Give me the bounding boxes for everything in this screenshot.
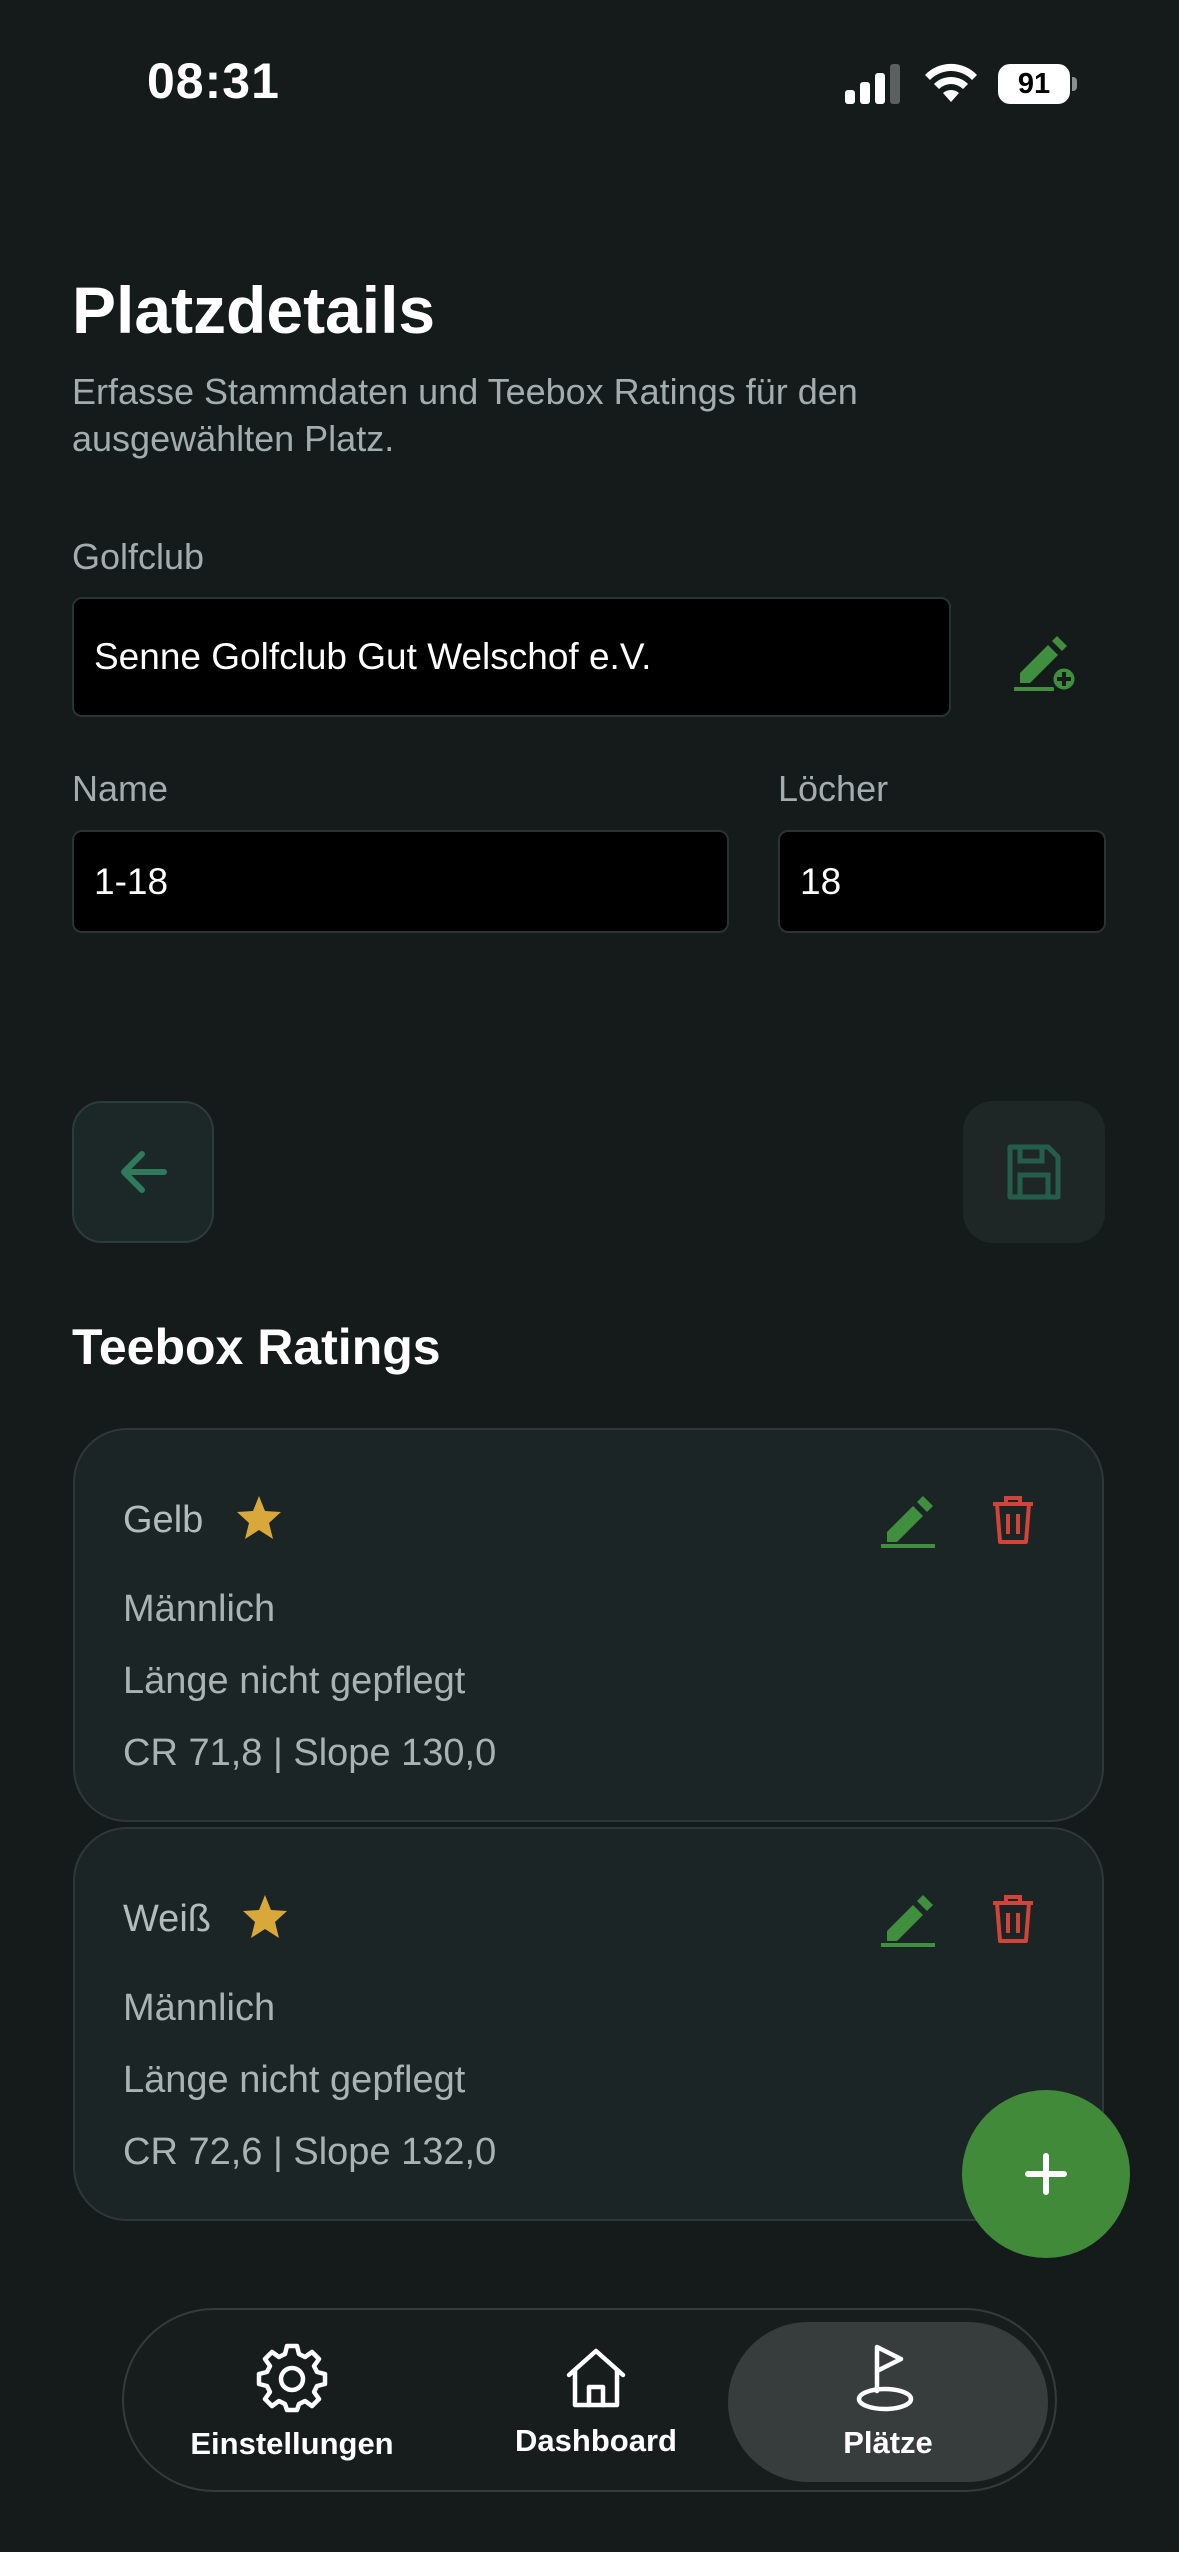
back-button[interactable] bbox=[72, 1101, 214, 1243]
nav-item-dashboard[interactable]: Dashboard bbox=[466, 2322, 726, 2482]
teebox-section-title: Teebox Ratings bbox=[72, 1319, 441, 1375]
pencil-icon bbox=[881, 1496, 935, 1548]
nav-item-einstellungen[interactable]: Einstellungen bbox=[162, 2322, 422, 2482]
teebox-card-gelb[interactable]: Gelb Männlich Länge nicht gepflegt CR 71… bbox=[73, 1428, 1104, 1822]
golf-flag-icon bbox=[856, 2344, 914, 2412]
save-button[interactable] bbox=[963, 1101, 1105, 1243]
arrow-left-icon bbox=[121, 1151, 167, 1193]
teebox-values: CR 71,8 | Slope 130,0 bbox=[123, 1732, 497, 1774]
page-title: Platzdetails bbox=[72, 273, 436, 347]
bottom-navigation: Einstellungen Dashboard Plätze bbox=[122, 2308, 1057, 2492]
page-subtitle: Erfasse Stammdaten und Teebox Ratings fü… bbox=[72, 371, 858, 459]
name-field[interactable]: 1-18 bbox=[72, 830, 729, 933]
edit-teebox-button[interactable] bbox=[875, 1889, 941, 1949]
cellular-signal-icon bbox=[845, 64, 900, 104]
teebox-gender: Männlich bbox=[123, 1588, 276, 1630]
nav-label: Dashboard bbox=[515, 2423, 677, 2458]
trash-icon bbox=[993, 1496, 1033, 1544]
star-icon bbox=[237, 1496, 281, 1539]
nav-label: Plätze bbox=[843, 2425, 933, 2460]
name-label: Name bbox=[72, 768, 169, 809]
teebox-name: Gelb bbox=[123, 1499, 204, 1541]
golfclub-value: Senne Golfclub Gut Welschof e.V. bbox=[94, 636, 652, 677]
save-icon bbox=[1007, 1144, 1061, 1200]
teebox-values: CR 72,6 | Slope 132,0 bbox=[123, 2131, 497, 2173]
trash-icon bbox=[993, 1895, 1033, 1943]
teebox-card-weiss[interactable]: Weiß Männlich Länge nicht gepflegt CR 72… bbox=[73, 1827, 1104, 2221]
nav-item-plaetze[interactable]: Plätze bbox=[728, 2322, 1048, 2482]
home-icon bbox=[566, 2348, 626, 2408]
edit-teebox-button[interactable] bbox=[875, 1490, 941, 1550]
wifi-icon bbox=[925, 63, 977, 102]
gear-icon bbox=[256, 2343, 328, 2413]
star-icon bbox=[243, 1895, 287, 1938]
teebox-gender: Männlich bbox=[123, 1987, 276, 2029]
teebox-name: Weiß bbox=[123, 1898, 211, 1940]
holes-value: 18 bbox=[800, 860, 842, 902]
edit-golfclub-button[interactable] bbox=[1008, 628, 1082, 694]
pencil-icon bbox=[881, 1895, 935, 1947]
battery-indicator: 91 bbox=[998, 64, 1078, 104]
edit-add-icon bbox=[1014, 636, 1078, 693]
delete-teebox-button[interactable] bbox=[983, 1889, 1043, 1949]
holes-label: Löcher bbox=[778, 768, 889, 809]
plus-icon bbox=[1025, 2153, 1067, 2195]
golfclub-label: Golfclub bbox=[72, 536, 205, 577]
delete-teebox-button[interactable] bbox=[983, 1490, 1043, 1550]
nav-label: Einstellungen bbox=[190, 2426, 394, 2461]
battery-level: 91 bbox=[1017, 68, 1051, 100]
name-value: 1-18 bbox=[94, 860, 169, 902]
add-teebox-button[interactable] bbox=[962, 2090, 1130, 2258]
golfclub-field[interactable]: Senne Golfclub Gut Welschof e.V. bbox=[72, 597, 951, 717]
status-time: 08:31 bbox=[147, 53, 280, 109]
holes-field[interactable]: 18 bbox=[778, 830, 1106, 933]
teebox-length: Länge nicht gepflegt bbox=[123, 1660, 466, 1702]
teebox-length: Länge nicht gepflegt bbox=[123, 2059, 466, 2101]
